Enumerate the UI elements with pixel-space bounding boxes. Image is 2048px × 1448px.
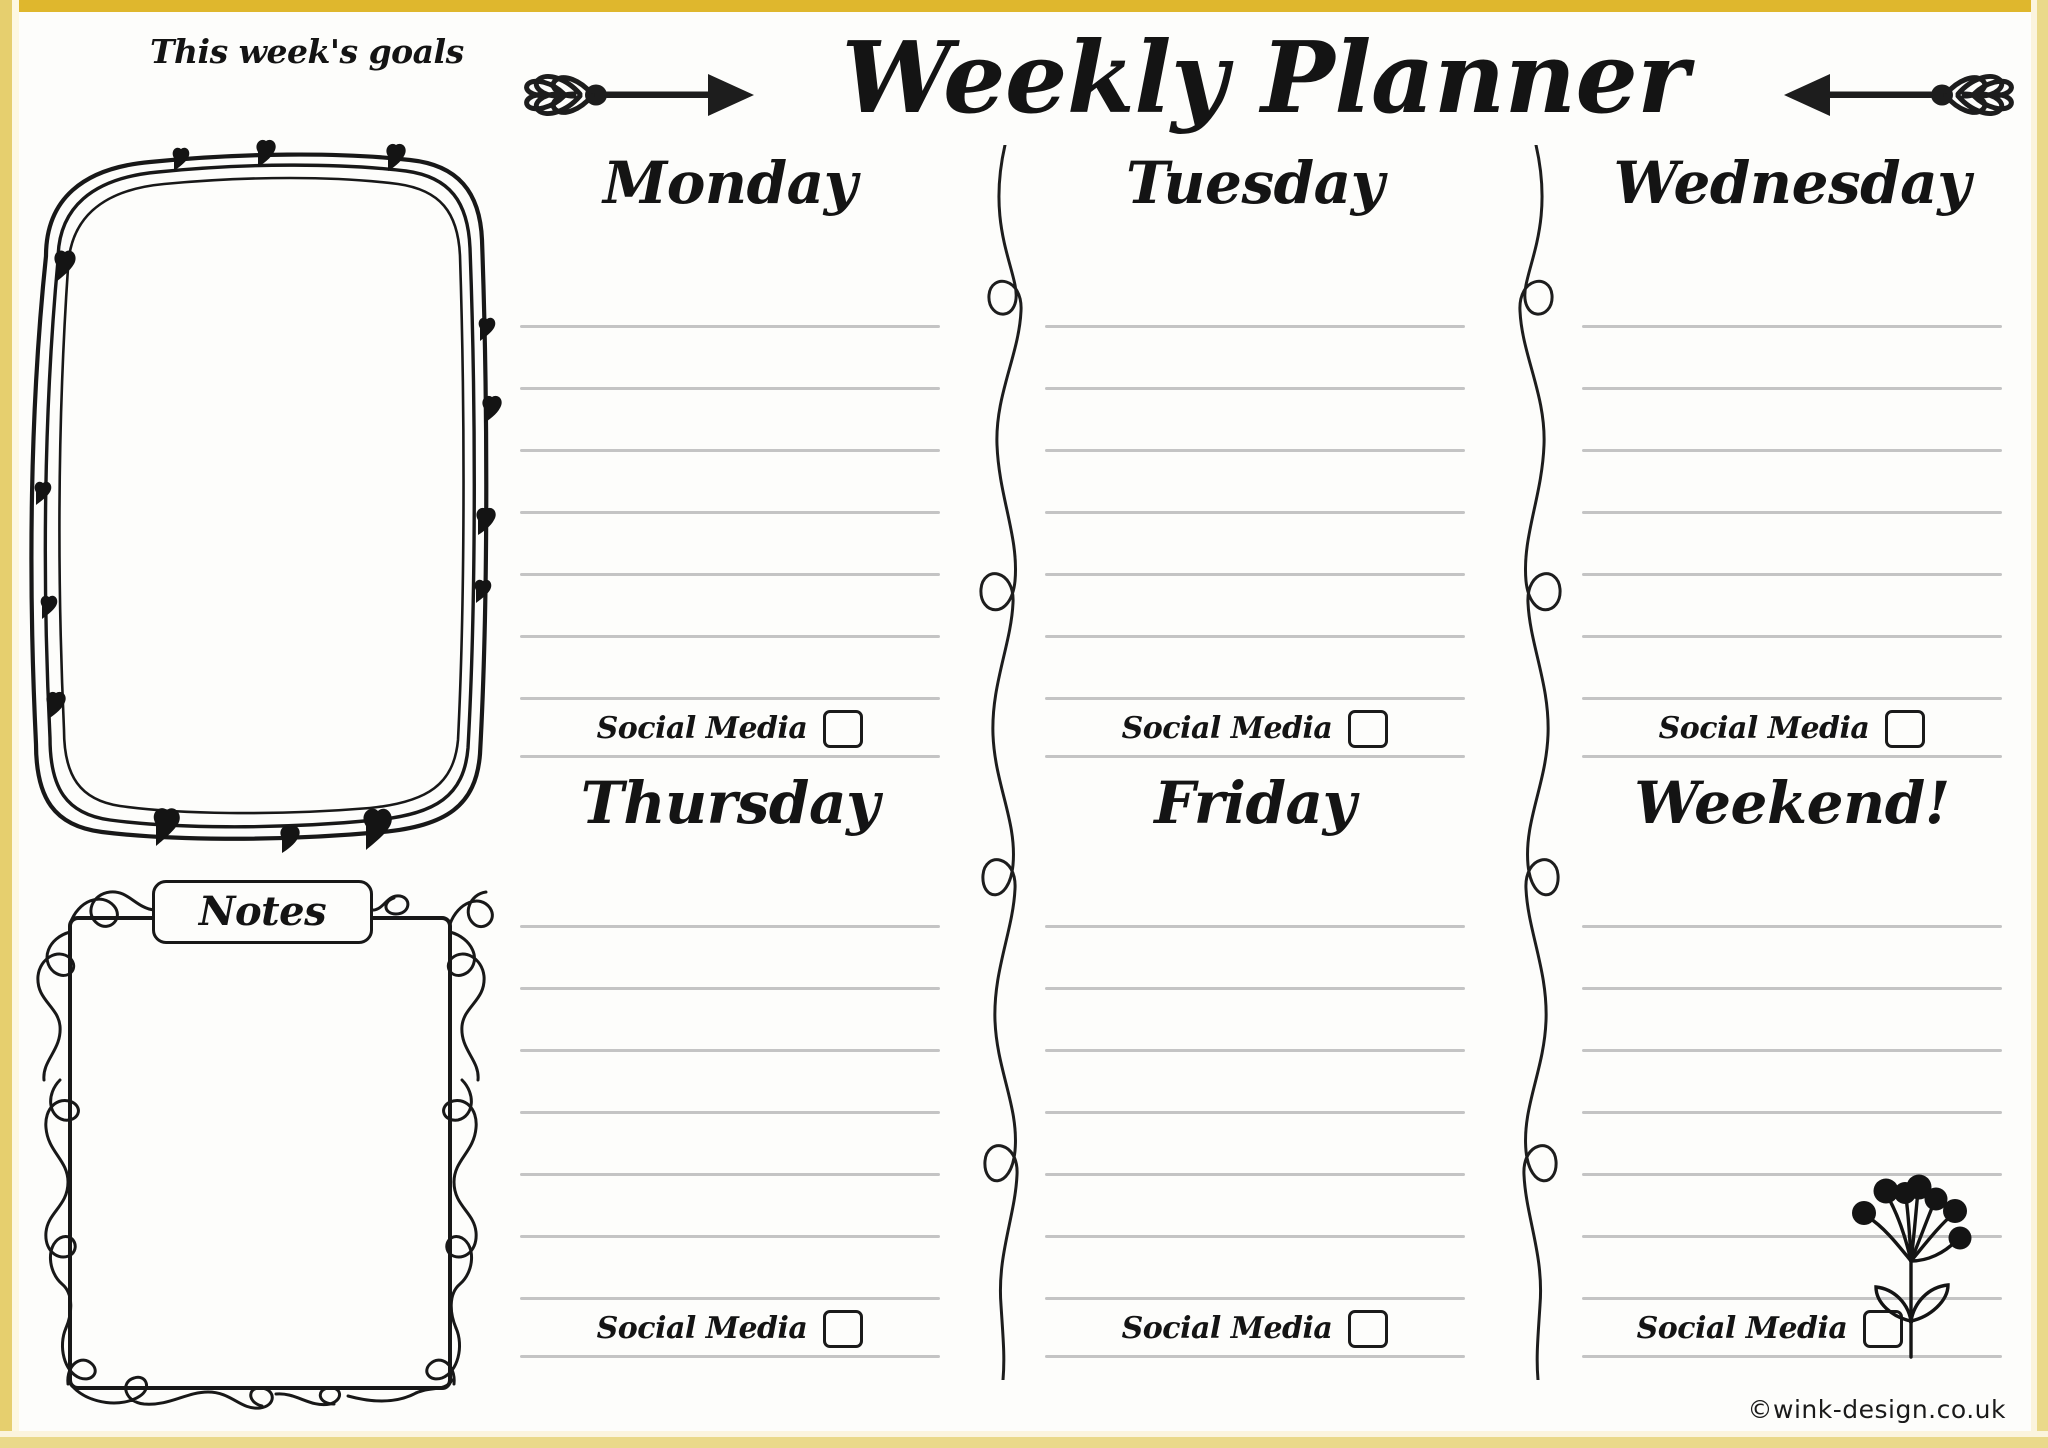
day-lines-thursday[interactable] [520, 925, 940, 1300]
days-grid: Monday Social Media Tuesday Social Media… [520, 143, 2020, 1390]
social-media-checkbox[interactable] [1348, 710, 1389, 748]
social-media-label: Social Media [1121, 711, 1333, 746]
social-media-label: Social Media [1121, 1311, 1333, 1346]
flower-icon [1836, 1161, 1986, 1376]
page-frame-right [2037, 0, 2048, 1448]
day-lines-monday[interactable] [520, 325, 940, 700]
page-frame-bottom-inner [0, 1431, 2048, 1437]
column-divider-1 [975, 143, 1031, 1385]
day-cell-wednesday: Wednesday Social Media [1582, 150, 2002, 770]
weekly-planner-page: This week's goals Notes Weekly Planner M… [0, 0, 2048, 1448]
social-media-checkbox[interactable] [1885, 710, 1926, 748]
social-media-label: Social Media [596, 1311, 808, 1346]
social-media-row-thursday[interactable]: Social Media [520, 1310, 940, 1348]
notes-label: Notes [198, 888, 327, 935]
day-cell-friday: Friday Social Media [1045, 770, 1465, 1390]
social-media-label: Social Media [1636, 1311, 1848, 1346]
social-media-row-wednesday[interactable]: Social Media [1582, 710, 2002, 748]
page-frame-top [0, 0, 2048, 12]
arrow-right-icon [518, 66, 758, 129]
notes-box-doodle-border [36, 890, 494, 1410]
social-media-checkbox[interactable] [1348, 1310, 1389, 1348]
arrow-left-icon [1780, 66, 2020, 129]
social-media-checkbox[interactable] [823, 1310, 864, 1348]
page-title: Weekly Planner [841, 21, 1689, 136]
goals-heart-accents [34, 139, 502, 853]
goals-box-doodle-border [29, 139, 502, 853]
day-title-wednesday: Wednesday [1613, 149, 1971, 217]
page-frame-bottom [0, 1437, 2048, 1448]
day-title-friday: Friday [1154, 769, 1356, 837]
day-title-tuesday: Tuesday [1126, 149, 1384, 217]
goals-heading: This week's goals [150, 32, 464, 71]
notes-label-banner: Notes [152, 880, 373, 944]
social-media-row-tuesday[interactable]: Social Media [1045, 710, 1465, 748]
day-lines-friday[interactable] [1045, 925, 1465, 1300]
day-cell-monday: Monday Social Media [520, 150, 940, 770]
social-media-checkbox[interactable] [823, 710, 864, 748]
day-title-weekend: Weekend! [1634, 769, 1950, 837]
credit-text: ©wink-design.co.uk [1747, 1395, 2006, 1424]
page-frame-right-inner [2031, 0, 2037, 1448]
social-media-label: Social Media [596, 711, 808, 746]
day-title-thursday: Thursday [580, 769, 880, 837]
title-row: Weekly Planner [500, 24, 2030, 148]
goals-box[interactable] [10, 108, 510, 868]
column-divider-2 [1510, 143, 1566, 1385]
notes-box[interactable] [18, 880, 508, 1420]
day-title-monday: Monday [603, 149, 857, 217]
day-cell-thursday: Thursday Social Media [520, 770, 940, 1390]
social-media-label: Social Media [1658, 711, 1870, 746]
social-media-row-friday[interactable]: Social Media [1045, 1310, 1465, 1348]
social-media-row-monday[interactable]: Social Media [520, 710, 940, 748]
day-cell-tuesday: Tuesday Social Media [1045, 150, 1465, 770]
day-lines-wednesday[interactable] [1582, 325, 2002, 700]
day-lines-tuesday[interactable] [1045, 325, 1465, 700]
